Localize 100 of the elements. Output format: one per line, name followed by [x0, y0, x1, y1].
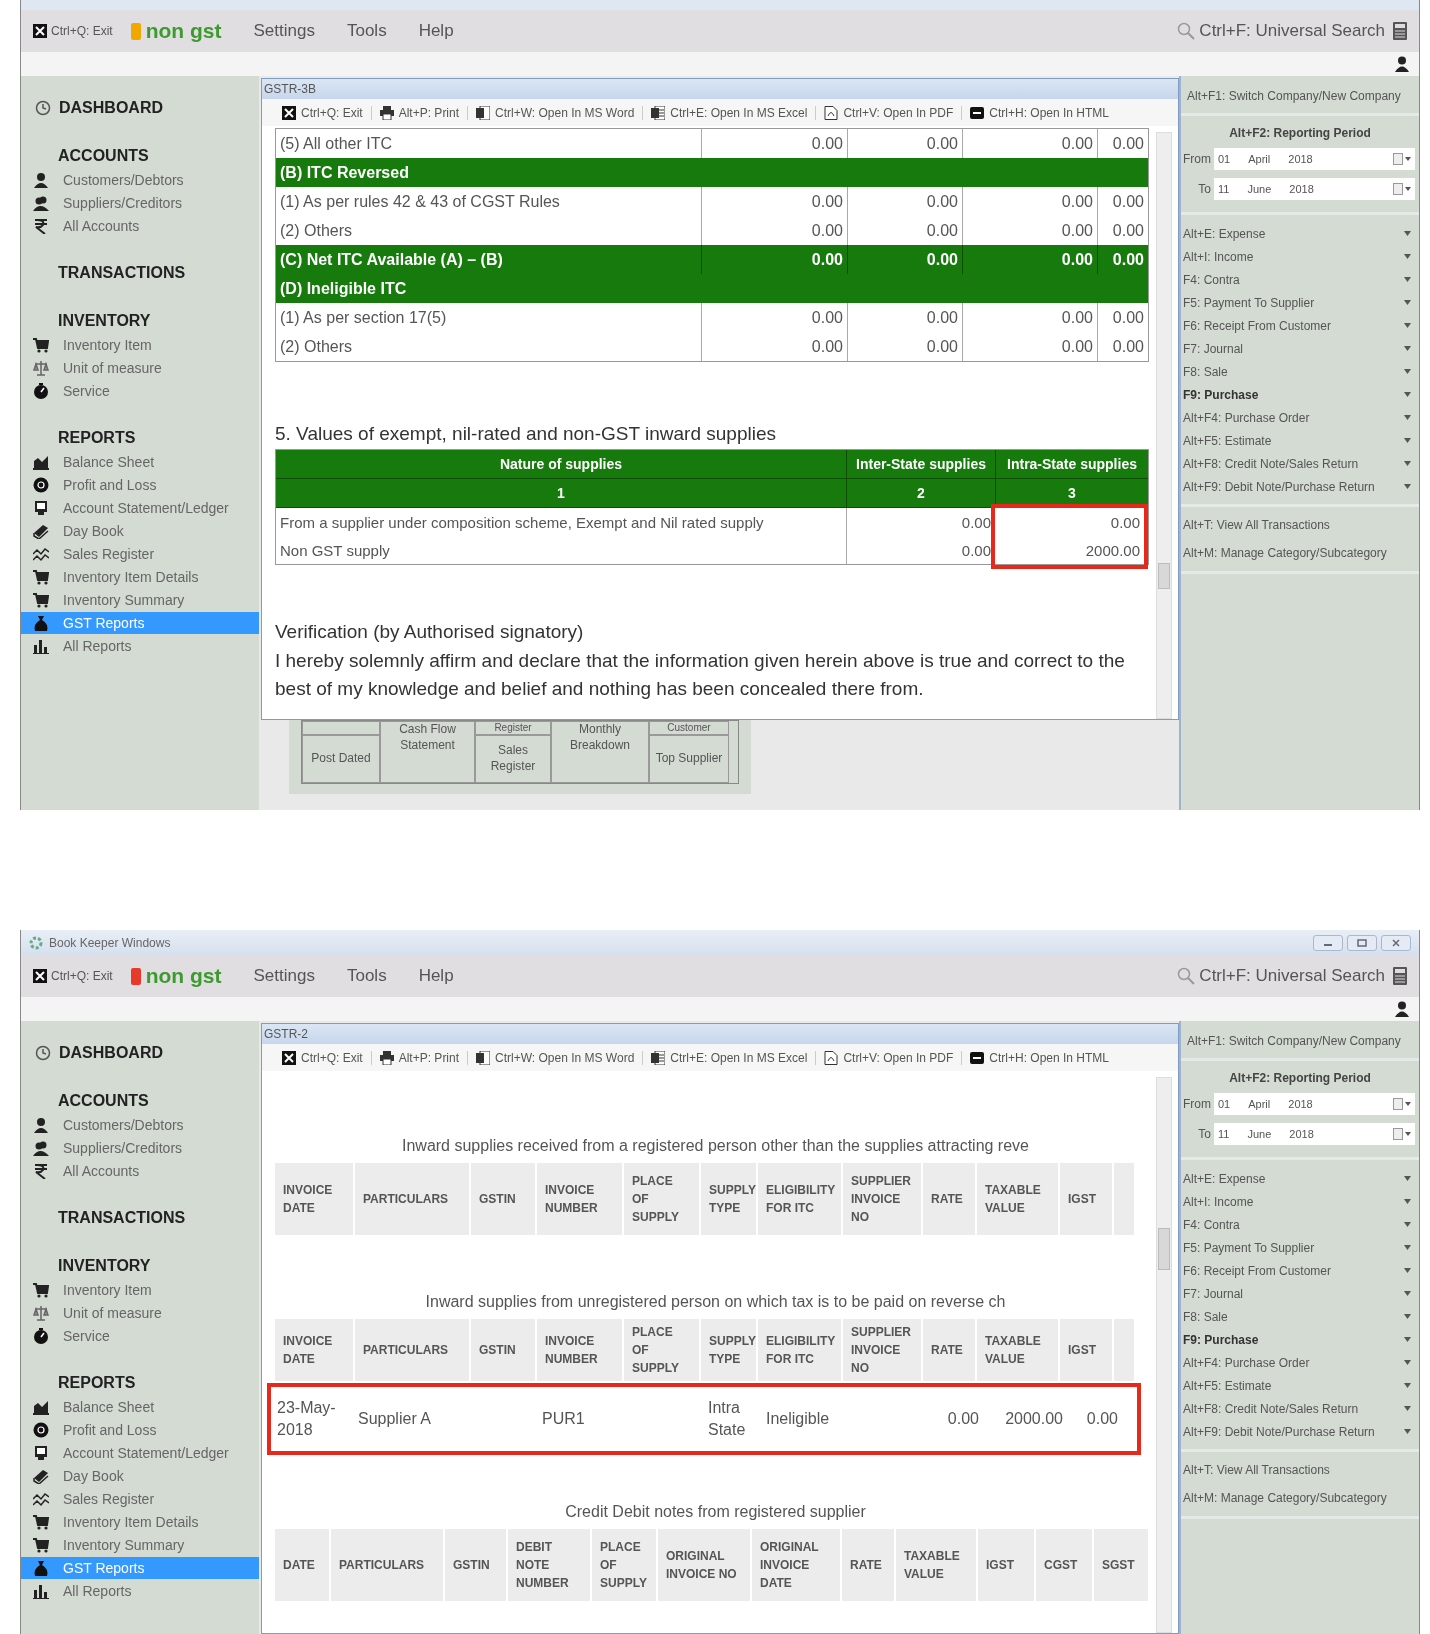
- transaction-menu-item[interactable]: F4: Contra: [1181, 1213, 1419, 1236]
- maximize-button[interactable]: [1347, 934, 1377, 951]
- sidebar-item[interactable]: Balance Sheet: [21, 1396, 259, 1418]
- transaction-menu-item[interactable]: F4: Contra: [1181, 268, 1419, 291]
- sidebar-item[interactable]: Inventory Item: [21, 1279, 259, 1301]
- transaction-menu-item[interactable]: Alt+F8: Credit Note/Sales Return: [1181, 1397, 1419, 1420]
- sidebar-item[interactable]: Unit of measure: [21, 357, 259, 379]
- date-field[interactable]: 11 June 2018: [1214, 1123, 1415, 1145]
- transaction-menu-item[interactable]: F5: Payment To Supplier: [1181, 1236, 1419, 1259]
- toolbar-button[interactable]: Alt+P: Print: [371, 105, 469, 120]
- report-tile[interactable]: Customer: [649, 721, 729, 735]
- sidebar-item[interactable]: Sales Register: [21, 1488, 259, 1510]
- transaction-menu-item[interactable]: Alt+E: Expense: [1181, 1167, 1419, 1190]
- date-field[interactable]: 11 June 2018: [1214, 178, 1415, 200]
- sidebar-item[interactable]: Profit and Loss: [21, 474, 259, 496]
- sidebar-item[interactable]: All Reports: [21, 1580, 259, 1602]
- switch-company-link[interactable]: Alt+F1: Switch Company/New Company: [1181, 1021, 1419, 1061]
- report-tile[interactable]: Sales Register: [475, 735, 551, 783]
- report-tile[interactable]: Register: [475, 721, 551, 735]
- transaction-menu-item[interactable]: Alt+F9: Debit Note/Purchase Return: [1181, 475, 1419, 498]
- transaction-menu-item[interactable]: Alt+I: Income: [1181, 1190, 1419, 1213]
- universal-search[interactable]: Ctrl+F: Universal Search: [1199, 966, 1385, 986]
- toolbar-button[interactable]: Ctrl+V: Open In PDF: [816, 1050, 963, 1065]
- sidebar-item[interactable]: GST Reports: [21, 1557, 259, 1579]
- sidebar-item[interactable]: Customers/Debtors: [21, 1114, 259, 1136]
- sidebar-item[interactable]: GST Reports: [21, 612, 259, 634]
- menu-item[interactable]: Settings: [253, 966, 315, 986]
- date-field[interactable]: 01 April 2018: [1214, 148, 1415, 170]
- toolbar-button[interactable]: Ctrl+Q: Exit: [274, 105, 372, 120]
- sidebar-item[interactable]: Customers/Debtors: [21, 169, 259, 191]
- toolbar-button[interactable]: Ctrl+V: Open In PDF: [816, 105, 963, 120]
- exit-button[interactable]: Ctrl+Q: Exit: [33, 969, 113, 983]
- sidebar-item[interactable]: Inventory Item Details: [21, 1511, 259, 1533]
- transaction-menu-item[interactable]: Alt+F5: Estimate: [1181, 1374, 1419, 1397]
- date-field[interactable]: 01 April 2018: [1214, 1093, 1415, 1115]
- toolbar-button[interactable]: Ctrl+H: Open In HTML: [962, 105, 1117, 120]
- menu-item[interactable]: Tools: [346, 21, 387, 41]
- report-tile[interactable]: Monthly Breakdown: [551, 721, 649, 783]
- panel-link[interactable]: Alt+M: Manage Category/Subcategory: [1181, 539, 1393, 567]
- toolbar-button[interactable]: Ctrl+W: Open In MS Word: [468, 105, 644, 120]
- sidebar-item[interactable]: Profit and Loss: [21, 1419, 259, 1441]
- menu-item[interactable]: Tools: [346, 966, 387, 986]
- sidebar-item[interactable]: Inventory Summary: [21, 589, 259, 611]
- universal-search[interactable]: Ctrl+F: Universal Search: [1199, 21, 1385, 41]
- sidebar-item[interactable]: Account Statement/Ledger: [21, 1442, 259, 1464]
- toolbar-button[interactable]: Ctrl+E: Open In MS Excel: [643, 105, 817, 120]
- toolbar-button[interactable]: Ctrl+Q: Exit: [274, 1050, 372, 1065]
- sidebar-item[interactable]: Day Book: [21, 520, 259, 542]
- sidebar-item[interactable]: Inventory Item: [21, 334, 259, 356]
- toolbar-button[interactable]: Alt+P: Print: [371, 1050, 469, 1065]
- transaction-menu-item[interactable]: F8: Sale: [1181, 360, 1419, 383]
- transaction-menu-item[interactable]: Alt+F4: Purchase Order: [1181, 1351, 1419, 1374]
- menu-item[interactable]: Settings: [253, 21, 315, 41]
- exit-button[interactable]: Ctrl+Q: Exit: [33, 24, 113, 38]
- report-tile[interactable]: Cash Flow Statement: [380, 721, 475, 783]
- sidebar-item[interactable]: Service: [21, 1325, 259, 1347]
- transaction-menu-item[interactable]: Alt+F5: Estimate: [1181, 429, 1419, 452]
- sidebar-item[interactable]: Service: [21, 380, 259, 402]
- transaction-menu-item[interactable]: F5: Payment To Supplier: [1181, 291, 1419, 314]
- sidebar-item[interactable]: Account Statement/Ledger: [21, 497, 259, 519]
- dashboard-link[interactable]: DASHBOARD: [59, 99, 163, 117]
- menu-item[interactable]: Help: [418, 21, 454, 41]
- sidebar-item[interactable]: Inventory Summary: [21, 1534, 259, 1556]
- transaction-menu-item[interactable]: F9: Purchase: [1181, 1328, 1419, 1351]
- close-button[interactable]: [1381, 934, 1411, 951]
- toolbar-button[interactable]: Ctrl+E: Open In MS Excel: [643, 1050, 817, 1065]
- transaction-menu-item[interactable]: F9: Purchase: [1181, 383, 1419, 406]
- switch-company-link[interactable]: Alt+F1: Switch Company/New Company: [1181, 76, 1419, 116]
- transaction-menu-item[interactable]: Alt+E: Expense: [1181, 222, 1419, 245]
- report-tile[interactable]: Top Supplier: [649, 735, 729, 783]
- transaction-menu-item[interactable]: Alt+F4: Purchase Order: [1181, 406, 1419, 429]
- sidebar-item[interactable]: Suppliers/Creditors: [21, 1137, 259, 1159]
- transaction-menu-item[interactable]: Alt+F8: Credit Note/Sales Return: [1181, 452, 1419, 475]
- minimize-button[interactable]: [1313, 934, 1343, 951]
- transaction-menu-item[interactable]: F8: Sale: [1181, 1305, 1419, 1328]
- transaction-menu-item[interactable]: F7: Journal: [1181, 337, 1419, 360]
- sidebar-item[interactable]: All Reports: [21, 635, 259, 657]
- transaction-menu-item[interactable]: F6: Receipt From Customer: [1181, 1259, 1419, 1282]
- menu-item[interactable]: Help: [418, 966, 454, 986]
- sidebar-item[interactable]: All Accounts: [21, 1160, 259, 1182]
- dashboard-link[interactable]: DASHBOARD: [59, 1044, 163, 1062]
- sidebar-item[interactable]: Balance Sheet: [21, 451, 259, 473]
- panel-link[interactable]: Alt+T: View All Transactions: [1181, 511, 1336, 539]
- report-tile[interactable]: Post Dated: [302, 735, 380, 783]
- transaction-menu-item[interactable]: F7: Journal: [1181, 1282, 1419, 1305]
- sidebar-item[interactable]: Unit of measure: [21, 1302, 259, 1324]
- scrollbar[interactable]: [1156, 1077, 1172, 1633]
- sidebar-item[interactable]: All Accounts: [21, 215, 259, 237]
- sidebar-item[interactable]: Inventory Item Details: [21, 566, 259, 588]
- transaction-menu-item[interactable]: Alt+I: Income: [1181, 245, 1419, 268]
- panel-link[interactable]: Alt+M: Manage Category/Subcategory: [1181, 1484, 1393, 1512]
- sidebar-item[interactable]: Suppliers/Creditors: [21, 192, 259, 214]
- toolbar-button[interactable]: Ctrl+H: Open In HTML: [962, 1050, 1117, 1065]
- scrollbar[interactable]: [1156, 132, 1172, 719]
- report-tile[interactable]: [302, 721, 380, 735]
- transaction-menu-item[interactable]: F6: Receipt From Customer: [1181, 314, 1419, 337]
- panel-link[interactable]: Alt+T: View All Transactions: [1181, 1456, 1336, 1484]
- sidebar-item[interactable]: Sales Register: [21, 543, 259, 565]
- transaction-menu-item[interactable]: Alt+F9: Debit Note/Purchase Return: [1181, 1420, 1419, 1443]
- toolbar-button[interactable]: Ctrl+W: Open In MS Word: [468, 1050, 644, 1065]
